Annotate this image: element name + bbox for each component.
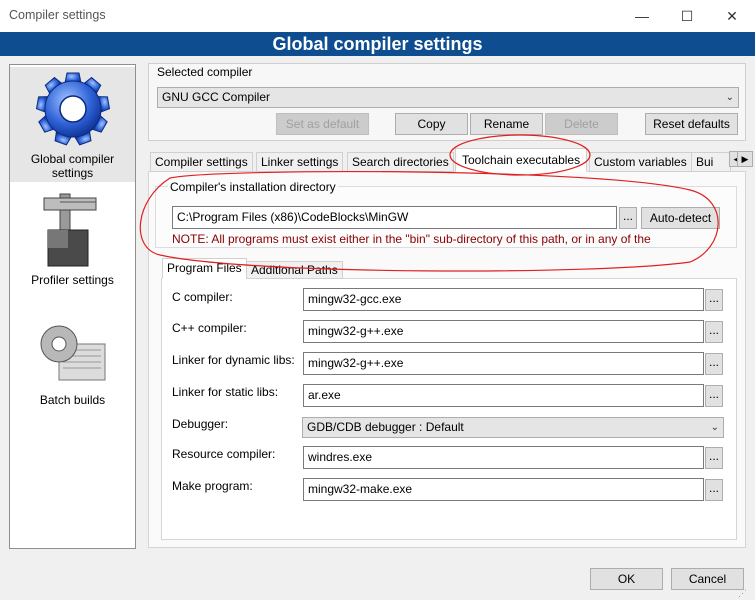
debugger-select[interactable]: GDB/CDB debugger : Default ⌄ bbox=[302, 417, 724, 438]
chevron-down-icon: ⌄ bbox=[710, 422, 719, 433]
sidebar-item-label: Global compiler settings bbox=[30, 152, 115, 180]
ok-button[interactable]: OK bbox=[590, 568, 663, 590]
browse-linker-static-button[interactable]: ... bbox=[705, 385, 723, 407]
linker-dynamic-input[interactable]: mingw32-g++.exe bbox=[303, 352, 704, 375]
cancel-button[interactable]: Cancel bbox=[671, 568, 744, 590]
sidebar-item-global-compiler-settings[interactable]: Global compiler settings bbox=[10, 67, 135, 182]
resource-compiler-label: Resource compiler: bbox=[172, 447, 276, 461]
rename-button[interactable]: Rename bbox=[470, 113, 543, 135]
linker-static-label: Linker for static libs: bbox=[172, 385, 279, 399]
tab-scroll-right-button[interactable]: ▶ bbox=[737, 151, 753, 167]
browse-c-compiler-button[interactable]: ... bbox=[705, 289, 723, 311]
debugger-label: Debugger: bbox=[172, 417, 229, 431]
sidebar-item-label: Batch builds bbox=[39, 393, 106, 407]
window-title: Compiler settings bbox=[9, 8, 106, 22]
tab-build-options[interactable]: Bui bbox=[691, 152, 731, 172]
sidebar-item-batch-builds[interactable]: Batch builds bbox=[10, 320, 135, 420]
selected-compiler-label: Selected compiler bbox=[157, 65, 253, 79]
minimize-button[interactable]: — bbox=[620, 4, 664, 28]
browse-linker-dynamic-button[interactable]: ... bbox=[705, 353, 723, 375]
delete-button[interactable]: Delete bbox=[545, 113, 618, 135]
maximize-button[interactable]: ☐ bbox=[665, 4, 709, 28]
tab-program-files[interactable]: Program Files bbox=[162, 258, 247, 279]
tab-search-directories[interactable]: Search directories bbox=[347, 152, 454, 172]
install-dir-note: NOTE: All programs must exist either in … bbox=[172, 232, 651, 246]
close-button[interactable]: ✕ bbox=[710, 4, 754, 28]
tab-additional-paths[interactable]: Additional Paths bbox=[246, 261, 343, 279]
tab-linker-settings[interactable]: Linker settings bbox=[256, 152, 344, 172]
auto-detect-button[interactable]: Auto-detect bbox=[641, 207, 720, 229]
linker-static-input[interactable]: ar.exe bbox=[303, 384, 704, 407]
browse-cpp-compiler-button[interactable]: ... bbox=[705, 321, 723, 343]
tab-compiler-settings[interactable]: Compiler settings bbox=[150, 152, 253, 172]
batch-gear-icon bbox=[40, 325, 105, 381]
c-compiler-label: C compiler: bbox=[172, 290, 233, 304]
sidebar: Global compiler settings Profiler settin… bbox=[9, 64, 136, 549]
set-default-button[interactable]: Set as default bbox=[276, 113, 369, 135]
copy-button[interactable]: Copy bbox=[395, 113, 468, 135]
linker-dynamic-label: Linker for dynamic libs: bbox=[172, 353, 295, 367]
browse-install-dir-button[interactable]: ... bbox=[619, 207, 637, 229]
sidebar-item-label: Profiler settings bbox=[31, 273, 114, 287]
tab-toolchain-executables[interactable]: Toolchain executables bbox=[455, 148, 588, 172]
resize-grip-icon[interactable]: ⋰ bbox=[738, 588, 750, 598]
caliper-icon bbox=[43, 193, 96, 267]
page-title: Global compiler settings bbox=[0, 32, 755, 56]
chevron-down-icon: ⌄ bbox=[725, 92, 734, 103]
gear-icon bbox=[35, 72, 110, 146]
resource-compiler-input[interactable]: windres.exe bbox=[303, 446, 704, 469]
reset-defaults-button[interactable]: Reset defaults bbox=[645, 113, 738, 135]
cpp-compiler-label: C++ compiler: bbox=[172, 321, 247, 335]
compiler-select-value: GNU GCC Compiler bbox=[162, 90, 271, 104]
make-program-input[interactable]: mingw32-make.exe bbox=[303, 478, 704, 501]
cpp-compiler-input[interactable]: mingw32-g++.exe bbox=[303, 320, 704, 343]
make-program-label: Make program: bbox=[172, 479, 253, 493]
c-compiler-input[interactable]: mingw32-gcc.exe bbox=[303, 288, 704, 311]
sidebar-item-profiler-settings[interactable]: Profiler settings bbox=[10, 190, 135, 295]
browse-resource-compiler-button[interactable]: ... bbox=[705, 447, 723, 469]
compiler-select[interactable]: GNU GCC Compiler ⌄ bbox=[157, 87, 739, 108]
tab-custom-variables[interactable]: Custom variables bbox=[589, 152, 692, 172]
install-dir-label: Compiler's installation directory bbox=[168, 180, 338, 194]
title-bar: Compiler settings — ☐ ✕ bbox=[0, 0, 755, 32]
debugger-select-value: GDB/CDB debugger : Default bbox=[307, 420, 464, 434]
install-dir-input[interactable]: C:\Program Files (x86)\CodeBlocks\MinGW bbox=[172, 206, 617, 229]
browse-make-program-button[interactable]: ... bbox=[705, 479, 723, 501]
